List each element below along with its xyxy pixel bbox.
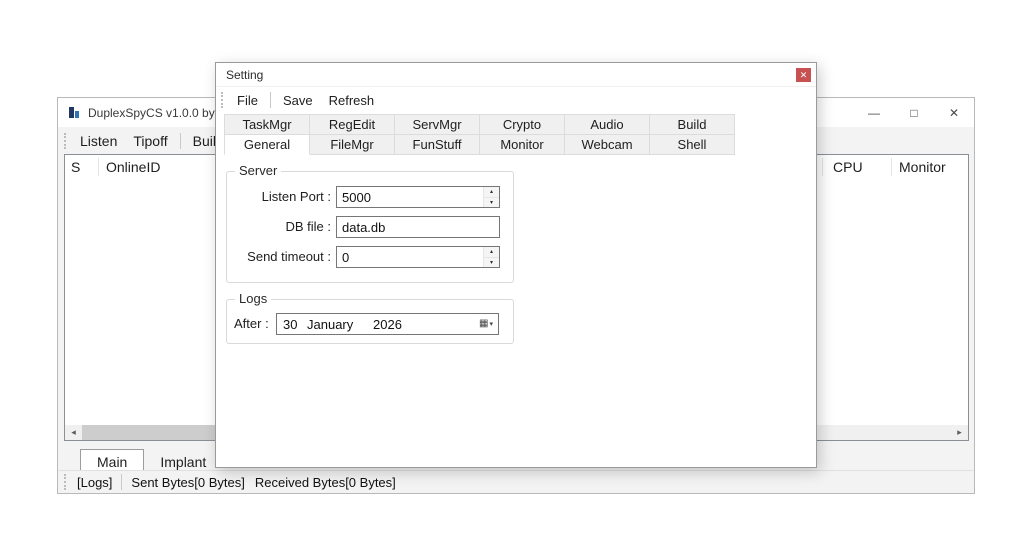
column-separator (98, 158, 99, 176)
menu-save[interactable]: Save (275, 93, 321, 108)
menu-file[interactable]: File (229, 93, 266, 108)
spin-up-icon[interactable]: ▴ (484, 247, 499, 258)
listen-port-spinner[interactable]: ▴ ▾ (483, 187, 499, 207)
setting-titlebar[interactable]: Setting ✕ (216, 63, 816, 87)
tab-implant[interactable]: Implant (144, 449, 222, 472)
maximize-button[interactable]: □ (894, 98, 934, 127)
logs-group-title: Logs (235, 291, 271, 306)
window-controls: — □ ✕ (854, 98, 974, 127)
setting-window-title: Setting (226, 68, 263, 82)
calendar-icon: ▦ (479, 319, 488, 329)
tab-audio[interactable]: Audio (564, 114, 650, 135)
setting-menubar: File Save Refresh (216, 87, 816, 113)
toolbar-item-listen[interactable]: Listen (72, 133, 125, 149)
logs-groupbox: Logs After : 30 January 2026 ▦ ▾ (226, 299, 514, 344)
date-month[interactable]: January (307, 317, 373, 332)
date-day[interactable]: 30 (277, 317, 307, 332)
after-date-picker[interactable]: 30 January 2026 ▦ ▾ (276, 313, 499, 335)
status-sent-bytes: Sent Bytes[0 Bytes] (126, 475, 249, 490)
listen-port-label: Listen Port : (227, 186, 331, 208)
after-label: After : (234, 313, 269, 335)
column-header-s[interactable]: S (71, 159, 80, 175)
column-header-onlineid[interactable]: OnlineID (106, 159, 160, 175)
scroll-left-icon[interactable]: ◂ (65, 425, 82, 440)
column-header-monitor[interactable]: Monitor (899, 159, 946, 175)
toolbar-separator (180, 133, 181, 149)
tab-regedit[interactable]: RegEdit (309, 114, 395, 135)
desktop: DuplexSpyCS v1.0.0 by ISSA — □ ✕ Listen … (0, 0, 1024, 557)
toolbar-item-tipoff[interactable]: Tipoff (125, 133, 175, 149)
db-file-label: DB file : (227, 216, 331, 238)
listen-port-row: Listen Port : ▴ ▾ (227, 186, 513, 208)
menubar-grip-icon (221, 92, 224, 108)
menubar-separator (270, 92, 271, 108)
tab-servmgr[interactable]: ServMgr (394, 114, 480, 135)
statusbar-separator (121, 474, 122, 490)
setting-tabstrip: TaskMgr RegEdit ServMgr Crypto Audio Bui… (224, 114, 734, 155)
tab-crypto[interactable]: Crypto (479, 114, 565, 135)
toolbar-grip-icon (64, 133, 67, 149)
tab-general[interactable]: General (224, 134, 310, 155)
send-timeout-label: Send timeout : (227, 246, 331, 268)
db-file-field[interactable] (336, 216, 500, 238)
close-button[interactable]: ✕ (934, 98, 974, 127)
tab-taskmgr[interactable]: TaskMgr (224, 114, 310, 135)
tab-main[interactable]: Main (80, 449, 144, 472)
tab-shell[interactable]: Shell (649, 134, 735, 155)
tab-filemgr[interactable]: FileMgr (309, 134, 395, 155)
spin-down-icon[interactable]: ▾ (484, 258, 499, 268)
spin-down-icon[interactable]: ▾ (484, 198, 499, 208)
tab-funstuff[interactable]: FunStuff (394, 134, 480, 155)
column-separator (891, 158, 892, 176)
db-file-input[interactable] (337, 217, 499, 237)
date-year[interactable]: 2026 (373, 317, 474, 332)
setting-window: Setting ✕ File Save Refresh TaskMgr RegE… (215, 62, 817, 468)
listen-port-input[interactable] (337, 187, 483, 207)
send-timeout-input[interactable] (337, 247, 483, 267)
bottom-tabstrip: Main Implant (80, 449, 222, 472)
status-received-bytes: Received Bytes[0 Bytes] (250, 475, 401, 490)
setting-close-button[interactable]: ✕ (796, 68, 811, 82)
tab-monitor[interactable]: Monitor (479, 134, 565, 155)
send-timeout-spinner[interactable]: ▴ ▾ (483, 247, 499, 267)
status-logs[interactable]: [Logs] (72, 475, 117, 490)
scroll-right-icon[interactable]: ▸ (951, 425, 968, 440)
server-groupbox: Server Listen Port : ▴ ▾ DB file : (226, 171, 514, 283)
db-file-row: DB file : (227, 216, 513, 238)
calendar-dropdown-button[interactable]: ▦ ▾ (474, 314, 498, 334)
menu-refresh[interactable]: Refresh (321, 93, 383, 108)
send-timeout-row: Send timeout : ▴ ▾ (227, 246, 513, 268)
statusbar: [Logs] Sent Bytes[0 Bytes] Received Byte… (58, 470, 974, 493)
spin-up-icon[interactable]: ▴ (484, 187, 499, 198)
column-header-cpu[interactable]: CPU (833, 159, 863, 175)
minimize-button[interactable]: — (854, 98, 894, 127)
dropdown-arrow-icon: ▾ (489, 321, 493, 328)
listen-port-field[interactable]: ▴ ▾ (336, 186, 500, 208)
tab-row-1: TaskMgr RegEdit ServMgr Crypto Audio Bui… (224, 114, 734, 135)
tab-build[interactable]: Build (649, 114, 735, 135)
app-icon (68, 106, 81, 119)
tab-row-2: General FileMgr FunStuff Monitor Webcam … (224, 134, 734, 155)
statusbar-grip-icon (64, 474, 67, 490)
server-group-title: Server (235, 163, 281, 178)
tab-webcam[interactable]: Webcam (564, 134, 650, 155)
send-timeout-field[interactable]: ▴ ▾ (336, 246, 500, 268)
column-separator (822, 158, 823, 176)
